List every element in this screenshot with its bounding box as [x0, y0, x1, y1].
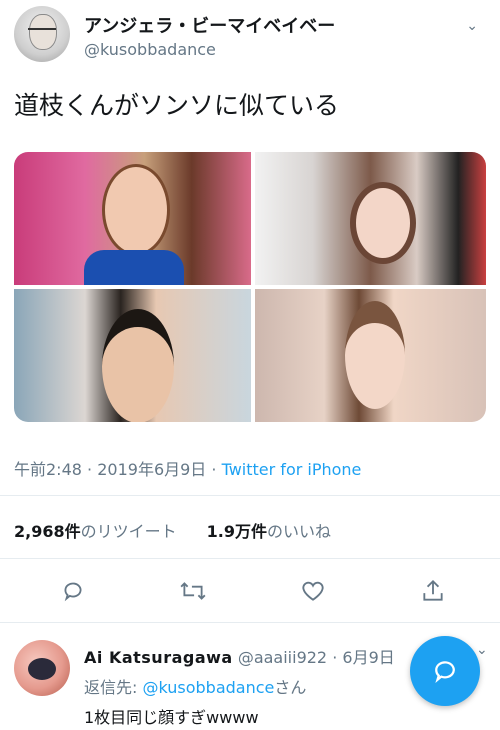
reply-button[interactable] — [58, 576, 88, 606]
reply-date: 6月9日 — [342, 648, 395, 667]
media-grid — [14, 152, 486, 422]
photo-subject — [345, 301, 405, 409]
meta-separator: · — [87, 460, 93, 479]
photo-1[interactable] — [14, 152, 251, 285]
author-handle[interactable]: @kusobbadance — [84, 40, 216, 59]
chevron-down-icon[interactable]: ⌄ — [476, 642, 488, 658]
reply-avatar[interactable] — [14, 640, 70, 696]
photo-subject — [102, 164, 170, 256]
retweets-label: のリツイート — [80, 522, 177, 541]
reply-separator: · — [332, 648, 338, 667]
likes-label: のいいね — [267, 522, 332, 541]
likes-count: 1.9万件 — [206, 522, 267, 541]
reply-to-mention[interactable]: @kusobbadance — [142, 678, 274, 697]
share-icon — [423, 579, 443, 601]
compose-fab-button[interactable] — [410, 636, 480, 706]
reply-to-suffix: さん — [274, 678, 307, 697]
share-button[interactable] — [418, 576, 448, 606]
retweets-count: 2,968件 — [14, 522, 81, 541]
tweet-time: 午前2:48 — [14, 460, 82, 479]
tweet-text: 道枝くんがソンソに似ている — [14, 91, 340, 120]
photo-2[interactable] — [255, 152, 486, 285]
tweet-source-link[interactable]: Twitter for iPhone — [222, 460, 362, 479]
heart-icon — [302, 581, 324, 601]
action-bar — [0, 570, 500, 610]
author-avatar[interactable] — [14, 6, 70, 62]
photo-subject-body — [84, 250, 184, 285]
retweets-stat[interactable]: 2,968件のリツイート — [14, 522, 177, 541]
chevron-down-icon[interactable]: ⌄ — [466, 18, 478, 34]
tweet-stats: 2,968件のリツイート 1.9万件のいいね — [14, 518, 331, 542]
avatar-glasses — [28, 28, 56, 38]
avatar-mask — [28, 658, 56, 680]
meta-separator: · — [211, 460, 217, 479]
divider — [0, 495, 500, 496]
reply-display-name[interactable]: Ai Katsuragawa — [84, 648, 233, 667]
retweet-button[interactable] — [178, 576, 208, 606]
photo-4[interactable] — [255, 289, 486, 422]
tweet-date: 2019年6月9日 — [97, 460, 207, 479]
retweet-icon — [180, 582, 206, 600]
reply-to-line: 返信先: @kusobbadanceさん — [84, 674, 306, 698]
tweet-header: アンジェラ・ビーマイベイベー @kusobbadance ⌄ — [14, 6, 484, 66]
likes-stat[interactable]: 1.9万件のいいね — [207, 522, 331, 541]
reply-to-prefix: 返信先: — [84, 678, 143, 697]
reply-header: Ai Katsuragawa @aaaiii922 · 6月9日 — [84, 644, 395, 668]
reply-handle[interactable]: @aaaiii922 — [238, 648, 327, 667]
reply-text: 1枚目同じ顔すぎwwww — [84, 708, 259, 727]
photo-subject — [102, 309, 174, 422]
divider — [0, 558, 500, 559]
photo-subject — [350, 182, 416, 264]
photo-3[interactable] — [14, 289, 251, 422]
divider — [0, 622, 500, 623]
compose-reply-icon — [435, 661, 455, 684]
author-display-name[interactable]: アンジェラ・ビーマイベイベー — [84, 12, 335, 38]
reply-icon — [64, 582, 82, 602]
like-button[interactable] — [298, 576, 328, 606]
tweet-meta: 午前2:48 · 2019年6月9日 · Twitter for iPhone — [14, 456, 361, 480]
